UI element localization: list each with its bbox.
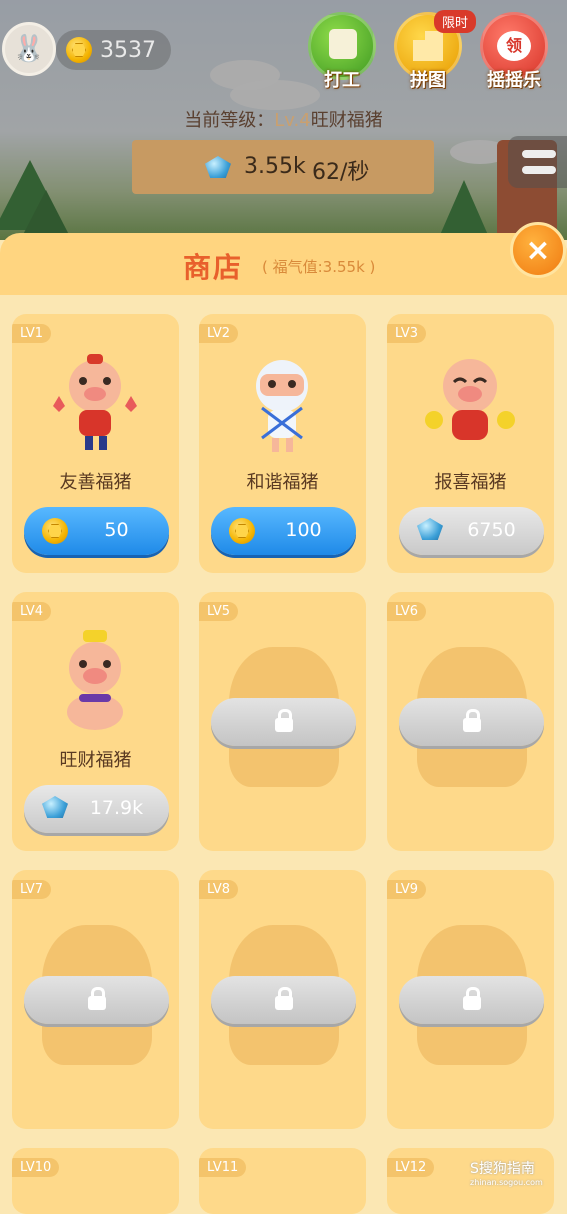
shop-card-lv3: LV3 报喜福猪 6750 (387, 314, 554, 573)
level-badge: LV2 (199, 324, 238, 343)
shop-card-lv9: LV9 (387, 870, 554, 1129)
lock-icon (274, 709, 293, 732)
current-level: 当前等级：Lv.4旺财福猪 (0, 106, 567, 132)
shop-card-lv7: LV7 (12, 870, 179, 1129)
pig-friendly-image (53, 354, 137, 450)
avatar[interactable]: 🐰 (2, 22, 56, 76)
work-label: 打工 (324, 70, 360, 91)
level-badge: LV10 (12, 1158, 60, 1177)
shop-card-lv8: LV8 (199, 870, 366, 1129)
level-badge: LV8 (199, 880, 238, 899)
watermark-text: S搜狗指南 (470, 1161, 535, 1177)
price: 6750 (467, 519, 516, 541)
lock-icon (462, 709, 481, 732)
shop-card-lv6: LV6 (387, 592, 554, 851)
pig-goodnews-image (425, 359, 515, 440)
shake-label: 摇摇乐 (487, 70, 541, 91)
pig-name: 友善福猪 (59, 472, 132, 493)
level-badge: LV7 (12, 880, 51, 899)
close-button[interactable]: × (510, 222, 566, 278)
close-icon: × (525, 232, 551, 268)
gems-amount: 3.55k (244, 154, 306, 179)
coin-amount: 3537 (100, 38, 156, 63)
shop-title: 商店 (183, 251, 244, 284)
level-badge: LV5 (199, 602, 238, 621)
shop-card-lv1: LV1 友善福猪 50 (12, 314, 179, 573)
coin-icon (66, 37, 92, 63)
pig-wealth-image (67, 630, 123, 730)
level-badge: LV4 (12, 602, 51, 621)
income-rate: 62/秒 (312, 160, 370, 185)
watermark: S搜狗指南 zhinan.sogou.com (470, 1158, 543, 1187)
shop-card-lv2: LV2 和谐福猪 100 (199, 314, 366, 573)
level-badge: LV9 (387, 880, 426, 899)
locked-button[interactable] (211, 976, 356, 1024)
limited-badge: 限时 (434, 10, 477, 33)
price: 17.9k (89, 797, 144, 819)
shop-card-lv10: LV10 (12, 1148, 179, 1214)
level-badge: LV6 (387, 602, 426, 621)
locked-button[interactable] (399, 698, 544, 746)
buy-button[interactable]: 50 (24, 507, 169, 555)
locked-button[interactable] (24, 976, 169, 1024)
level-badge: LV3 (387, 324, 426, 343)
pig-harmony-image (256, 360, 308, 452)
level-badge: LV12 (387, 1158, 435, 1177)
lock-icon (274, 987, 293, 1010)
shop-card-lv5: LV5 (199, 592, 366, 851)
shop-card-lv11: LV11 (199, 1148, 366, 1214)
pig-name: 和谐福猪 (246, 472, 319, 493)
level-badge: LV11 (199, 1158, 247, 1177)
lock-icon (462, 987, 481, 1010)
puzzle-icon (413, 31, 443, 61)
shop-card-lv4: LV4 旺财福猪 17.9k (12, 592, 179, 851)
menu-toggle[interactable] (508, 136, 567, 188)
buy-button[interactable]: 6750 (399, 507, 544, 555)
price: 50 (104, 519, 129, 541)
buy-button[interactable]: 17.9k (24, 785, 169, 833)
pig-name: 旺财福猪 (59, 750, 132, 771)
shop-subtitle: ( 福气值:3.55k ) (262, 258, 376, 276)
locked-button[interactable] (399, 976, 544, 1024)
watermark-url: zhinan.sogou.com (470, 1178, 543, 1187)
price: 100 (285, 519, 322, 541)
puzzle-label: 拼图 (410, 70, 446, 91)
pig-name: 报喜福猪 (434, 472, 507, 493)
level-prefix: 当前等级： (184, 110, 275, 131)
locked-button[interactable] (211, 698, 356, 746)
level-badge: LV1 (12, 324, 51, 343)
work-icon (329, 29, 357, 59)
shake-icon: 领 (497, 31, 531, 61)
buy-button[interactable]: 100 (211, 507, 356, 555)
level-name: 旺财福猪 (310, 110, 383, 131)
level-value: Lv.4 (274, 110, 311, 131)
lock-icon (87, 987, 106, 1010)
